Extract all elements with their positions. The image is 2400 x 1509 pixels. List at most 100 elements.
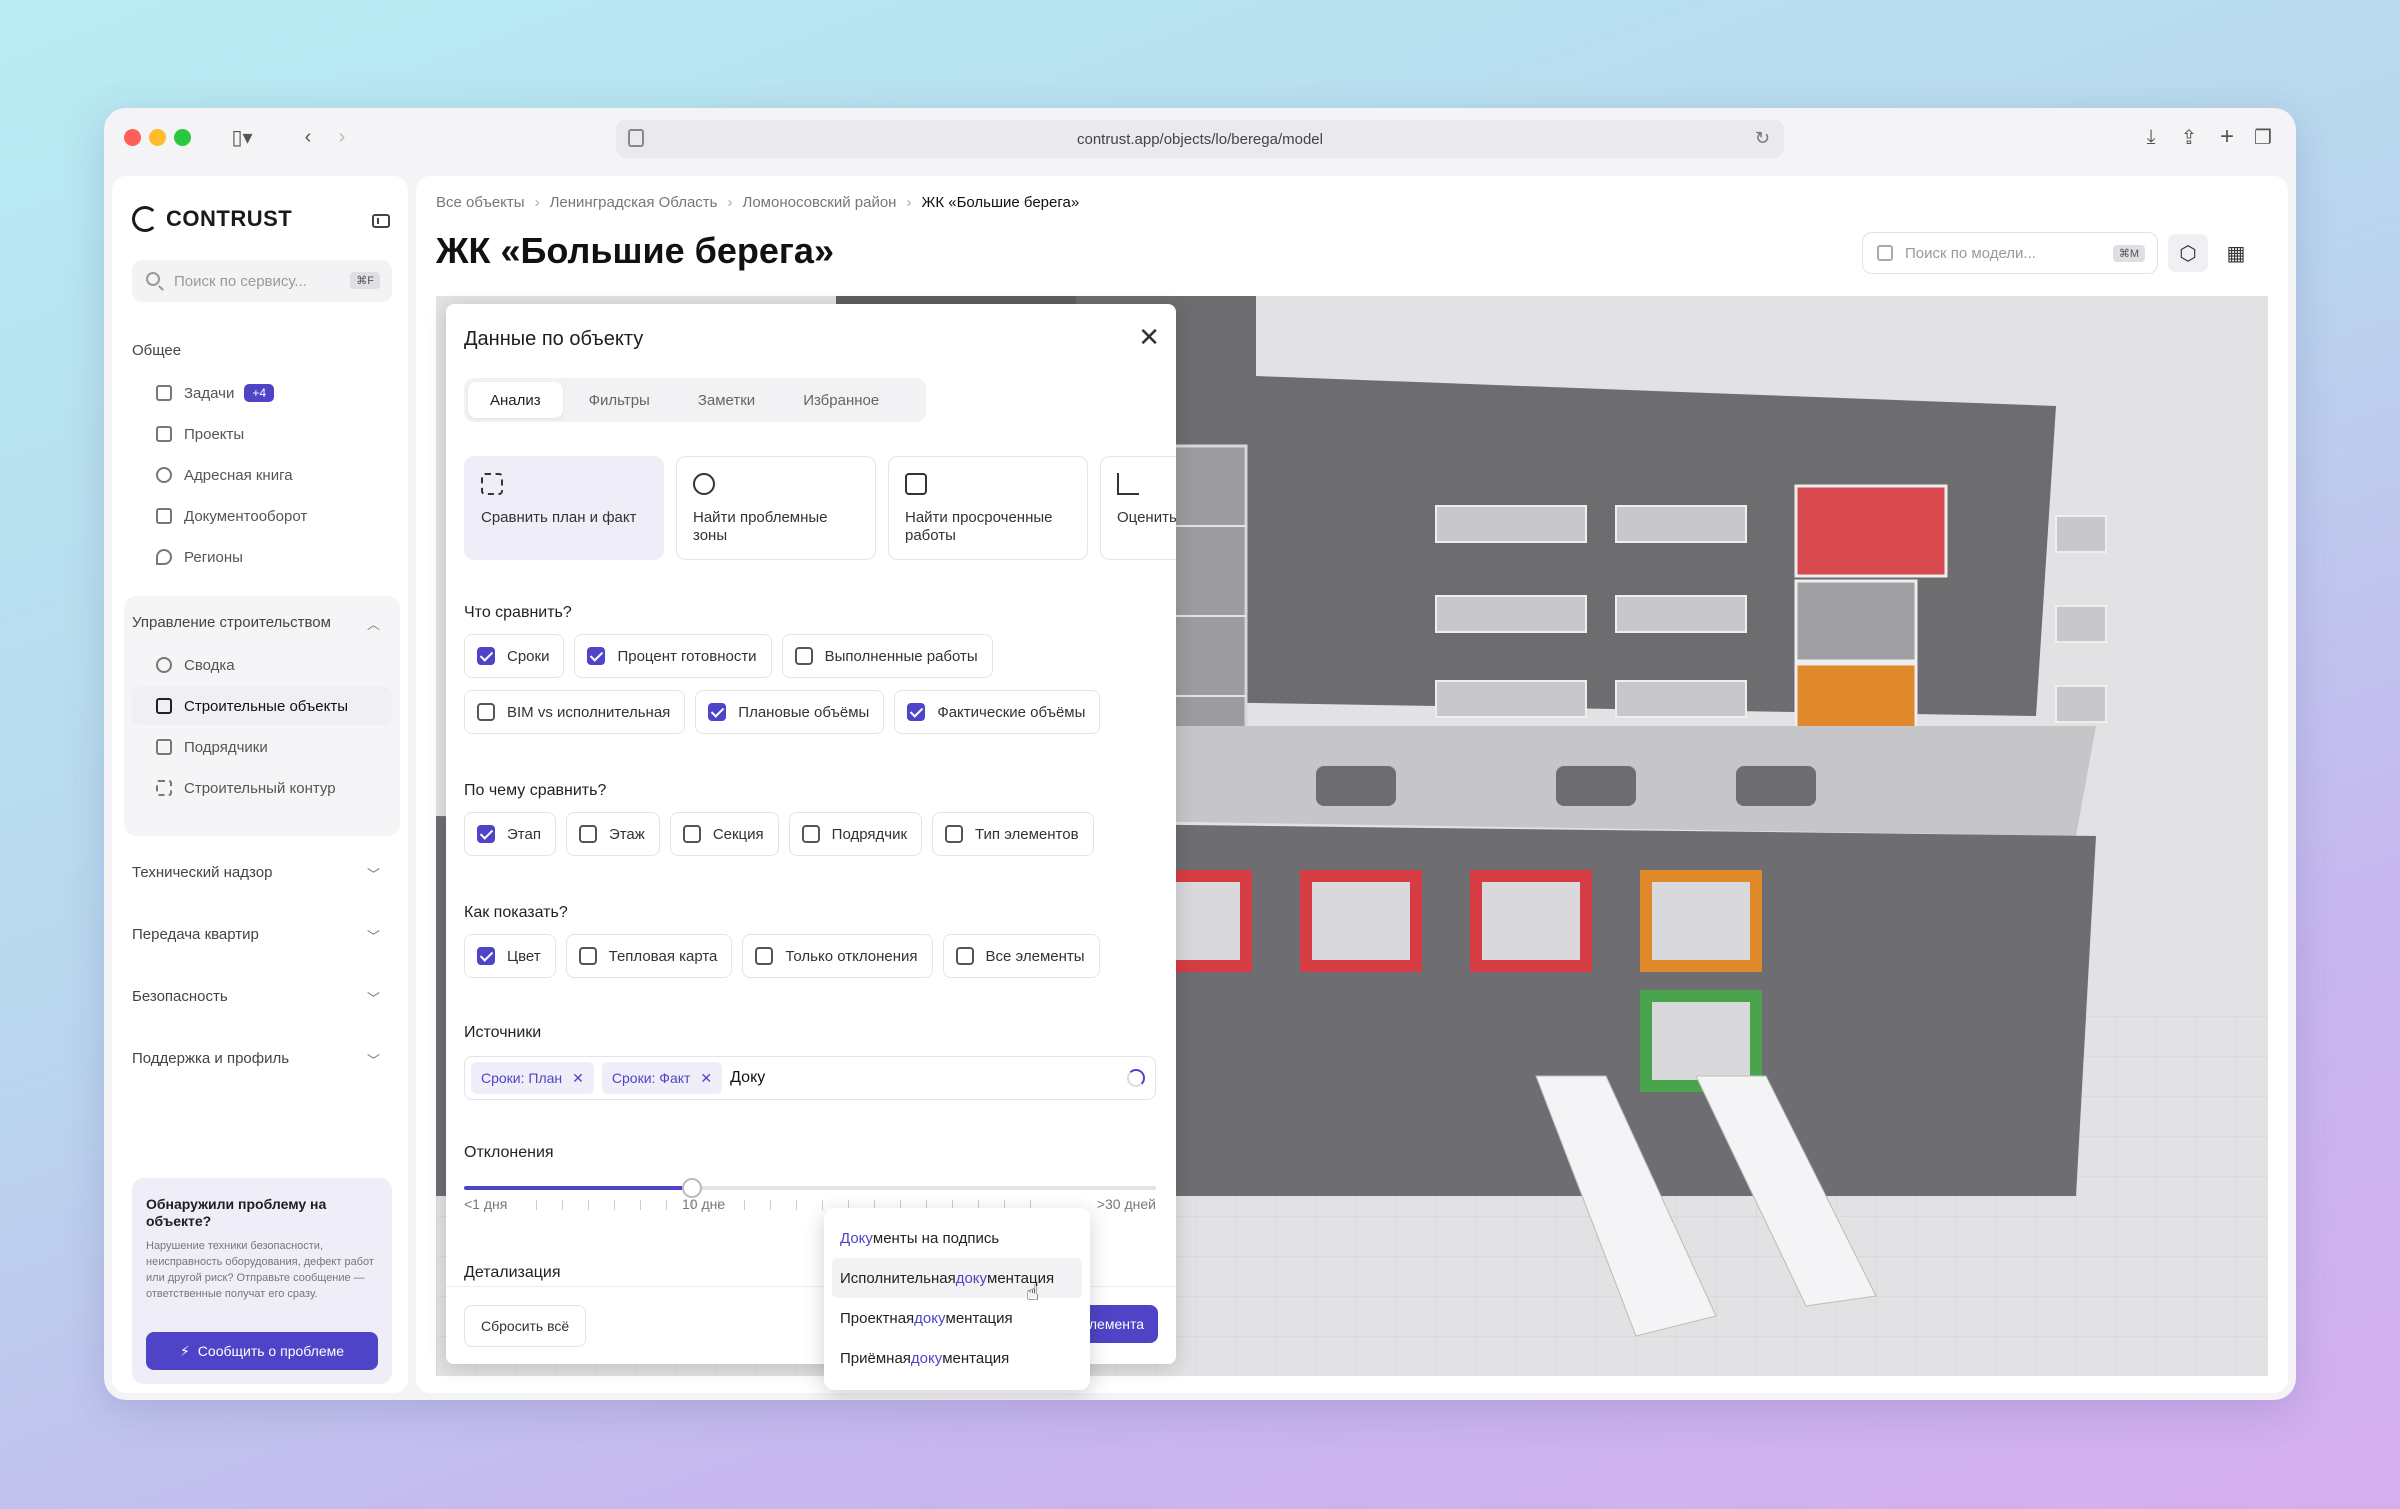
checkbox-contractor[interactable]: Подрядчик xyxy=(788,812,923,856)
slider-min-label: <1 дня xyxy=(464,1196,508,1212)
sources-input[interactable] xyxy=(730,1069,831,1087)
checkbox-label: Тип элементов xyxy=(975,825,1079,843)
contractors-icon xyxy=(156,739,172,755)
dropdown-item[interactable]: Исполнительная доку ментация xyxy=(832,1258,1082,1298)
sidebar-item-construction-contour[interactable]: Строительный контур xyxy=(132,769,392,807)
checkbox-box xyxy=(794,647,813,665)
breadcrumb-separator-icon: › xyxy=(906,194,912,211)
item-rest: ментация xyxy=(945,1309,1013,1327)
checkbox-all-elements[interactable]: Все элементы xyxy=(942,934,1100,978)
search-icon xyxy=(146,272,160,286)
slider-handle[interactable] xyxy=(682,1178,703,1198)
section-safety[interactable]: Безопасность ﹀ xyxy=(132,988,392,1006)
breadcrumb-item[interactable]: Ленинградская Область xyxy=(550,194,718,211)
remove-tag-icon[interactable]: ✕ xyxy=(572,1070,584,1087)
download-icon[interactable]: ⤓ xyxy=(2136,122,2166,152)
sidebar-item-tasks[interactable]: Задачи +4 xyxy=(132,374,392,412)
sidebar-item-projects[interactable]: Проекты xyxy=(132,415,392,453)
reset-all-button[interactable]: Сбросить всё xyxy=(464,1305,587,1347)
checkbox-stage[interactable]: Этап xyxy=(464,812,556,856)
model-search-input[interactable]: Поиск по модели... ⌘M xyxy=(1862,232,2158,274)
dropdown-item[interactable]: Доку менты на подпись xyxy=(832,1218,1082,1258)
sidebar-item-address-book[interactable]: Адресная книга xyxy=(132,456,392,494)
checkbox-deadlines[interactable]: Сроки xyxy=(464,634,565,678)
checkbox-only-deviations[interactable]: Только отклонения xyxy=(742,934,933,978)
3d-view-icon[interactable]: ⬡ xyxy=(2168,234,2208,272)
back-icon[interactable]: ‹ xyxy=(294,122,322,152)
address-bar[interactable]: contrust.app/objects/lo/berega/model ↻ xyxy=(616,120,1784,158)
item-rest: ментация xyxy=(987,1269,1055,1287)
sidebar-item-summary[interactable]: Сводка xyxy=(132,646,392,684)
section-support-profile[interactable]: Поддержка и профиль ﹀ xyxy=(132,1050,392,1068)
checkbox-floor[interactable]: Этаж xyxy=(565,812,660,856)
action-compare-plan-fact[interactable]: Сравнить план и факт xyxy=(464,456,664,560)
checkbox-label: Секция xyxy=(712,825,764,843)
sidebar-item-documents[interactable]: Документооборот xyxy=(132,497,392,535)
sources-field[interactable]: Сроки: План ✕ Сроки: Факт ✕ xyxy=(464,1056,1156,1100)
breadcrumb-item[interactable]: Ломоносовский район xyxy=(743,194,897,211)
section-technical-supervision[interactable]: Технический надзор ﹀ xyxy=(132,864,392,882)
action-estimate-progress[interactable]: Оценить прогресс xyxy=(1100,456,1176,560)
chevron-down-icon: ﹀ xyxy=(366,929,380,944)
checkbox-label: BIM vs исполнительная xyxy=(507,703,671,721)
sidebar-item-construction-objects[interactable]: Строительные объекты xyxy=(132,687,392,725)
sidebar-item-label: Адресная книга xyxy=(184,466,293,484)
tag-label: Сроки: План xyxy=(481,1070,563,1086)
chart-line-icon xyxy=(1117,473,1139,495)
tab-notes[interactable]: Заметки xyxy=(676,382,777,418)
checkbox-element-type[interactable]: Тип элементов xyxy=(932,812,1094,856)
sidebar-item-label: Сводка xyxy=(184,656,235,674)
share-icon[interactable]: ⇪ xyxy=(2174,122,2204,152)
checkbox-label: Плановые объёмы xyxy=(738,703,870,721)
sources-label: Источники xyxy=(464,1024,542,1041)
map-pin-icon xyxy=(156,549,172,565)
new-tab-icon[interactable]: + xyxy=(2212,122,2242,152)
action-cards: Сравнить план и факт Найти проблемные зо… xyxy=(464,456,1176,560)
sidebar-item-label: Документооборот xyxy=(184,507,308,525)
table-view-icon[interactable]: ▦ xyxy=(2216,234,2256,272)
report-problem-button[interactable]: ⚡ Сообщить о проблеме xyxy=(146,1332,378,1370)
dropdown-item[interactable]: Проектная доку ментация xyxy=(832,1298,1082,1338)
browser-window: ▯▾ ‹ › contrust.app/objects/lo/berega/mo… xyxy=(104,108,2296,1400)
checkbox-bim-vs-asbuilt[interactable]: BIM vs исполнительная xyxy=(464,690,686,734)
checkbox-box xyxy=(907,703,926,721)
compare-by-label: По чему сравнить? xyxy=(464,782,607,799)
deviation-slider[interactable] xyxy=(464,1178,1156,1198)
action-find-overdue-works[interactable]: Найти просроченные работы xyxy=(888,456,1088,560)
forward-icon[interactable]: › xyxy=(328,122,356,152)
collapse-sidebar-icon[interactable] xyxy=(372,214,390,228)
actions-scroller[interactable]: Сравнить план и факт Найти проблемные зо… xyxy=(446,456,1176,562)
sidebar-item-regions[interactable]: Регионы xyxy=(132,538,392,576)
service-search-placeholder: Поиск по сервису... xyxy=(174,272,307,290)
tab-favorites[interactable]: Избранное xyxy=(781,382,901,418)
sidebar-item-contractors[interactable]: Подрядчики xyxy=(132,728,392,766)
tabs-overview-icon[interactable]: ❐ xyxy=(2248,122,2278,152)
breadcrumb-item[interactable]: Все объекты xyxy=(436,194,525,211)
source-tag: Сроки: План ✕ xyxy=(471,1062,594,1094)
checkbox-actual-volumes[interactable]: Фактические объёмы xyxy=(894,690,1101,734)
checkbox-readiness-percent[interactable]: Процент готовности xyxy=(574,634,772,678)
tab-analysis[interactable]: Анализ xyxy=(468,382,563,418)
logo[interactable]: CONTRUST xyxy=(132,206,292,232)
close-icon[interactable]: ✕ xyxy=(1138,322,1160,353)
tab-filters[interactable]: Фильтры xyxy=(567,382,672,418)
section-construction-management[interactable]: Управление строительством ︿ xyxy=(132,614,392,632)
service-search-input[interactable]: Поиск по сервису... ⌘F xyxy=(132,260,392,302)
remove-tag-icon[interactable]: ✕ xyxy=(700,1070,712,1087)
dropdown-item[interactable]: Приёмная доку ментация xyxy=(832,1338,1082,1378)
checkbox-box xyxy=(945,825,964,843)
checkbox-planned-volumes[interactable]: Плановые объёмы xyxy=(695,690,885,734)
maximize-window-button[interactable] xyxy=(174,129,191,146)
checkbox-completed-works[interactable]: Выполненные работы xyxy=(781,634,993,678)
action-find-problem-zones[interactable]: Найти проблемные зоны xyxy=(676,456,876,560)
checkbox-color[interactable]: Цвет xyxy=(464,934,556,978)
breadcrumb-current: ЖК «Большие берега» xyxy=(921,194,1080,211)
sidebar-item-label: Строительный контур xyxy=(184,779,336,797)
minimize-window-button[interactable] xyxy=(149,129,166,146)
checkbox-section[interactable]: Секция xyxy=(669,812,779,856)
section-apartment-handover[interactable]: Передача квартир ﹀ xyxy=(132,926,392,944)
close-window-button[interactable] xyxy=(124,129,141,146)
sidebar-toggle-icon[interactable]: ▯▾ xyxy=(220,122,264,152)
checkbox-heatmap[interactable]: Тепловая карта xyxy=(565,934,733,978)
reload-icon[interactable]: ↻ xyxy=(1755,128,1770,149)
